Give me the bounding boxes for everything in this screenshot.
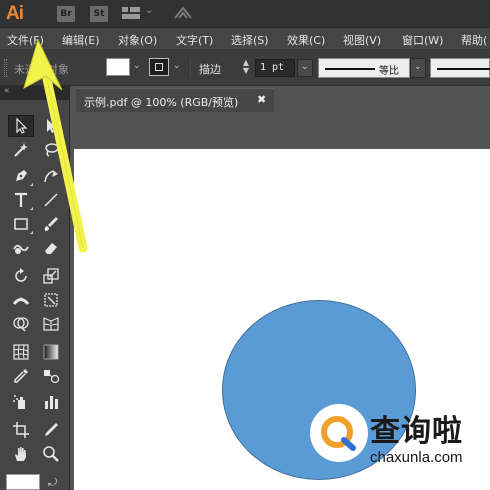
column-graph-tool-icon[interactable] bbox=[38, 391, 64, 413]
eraser-tool-icon[interactable] bbox=[38, 237, 64, 259]
blend-tool-icon[interactable] bbox=[38, 365, 64, 387]
application-bar: Ai Br St ⌄ bbox=[0, 0, 490, 28]
watermark-url: chaxunla.com bbox=[370, 449, 463, 466]
workspace-layout-icon[interactable] bbox=[122, 7, 140, 19]
free-transform-tool-icon[interactable] bbox=[38, 289, 64, 311]
perspective-grid-tool-icon[interactable] bbox=[38, 313, 64, 335]
tools-panel-header: « bbox=[0, 86, 70, 100]
menu-help[interactable]: 帮助( bbox=[461, 32, 487, 48]
stroke-weight-label[interactable]: 描边 bbox=[199, 61, 221, 77]
type-tool-icon[interactable] bbox=[8, 189, 34, 211]
watermark-brand: 查询啦 bbox=[370, 414, 463, 449]
chevron-down-icon: ⌄ bbox=[301, 62, 309, 72]
profile-label: 等比 bbox=[379, 66, 399, 77]
magic-wand-tool-icon[interactable] bbox=[8, 139, 34, 161]
fill-dropdown-chevron-icon[interactable]: ⌄ bbox=[133, 61, 141, 71]
brush-line-preview bbox=[437, 68, 490, 70]
fill-color-swatch[interactable] bbox=[106, 58, 130, 76]
stroke-color-swatch[interactable] bbox=[149, 58, 169, 76]
tools-panel: ⤾ bbox=[0, 100, 70, 490]
control-panel: 未选择对象 ⌄ ⌄ 描边 ▲ ▼ 1 pt ⌄ 等比 ⌄ bbox=[0, 50, 490, 86]
profile-dropdown[interactable]: ⌄ bbox=[410, 58, 426, 78]
shape-builder-tool-icon[interactable] bbox=[8, 313, 34, 335]
profile-line-preview bbox=[325, 68, 375, 70]
rectangle-tool-icon[interactable] bbox=[8, 213, 34, 235]
menu-object[interactable]: 对象(O) bbox=[118, 32, 157, 48]
lasso-tool-icon[interactable] bbox=[38, 139, 64, 161]
no-selection-label: 未选择对象 bbox=[14, 63, 69, 76]
gpu-performance-icon[interactable] bbox=[172, 5, 194, 21]
brush-definition[interactable] bbox=[430, 58, 490, 78]
document-tab-label: 示例.pdf @ 100% (RGB/预览) bbox=[84, 96, 239, 109]
collapse-panel-icon[interactable]: « bbox=[4, 86, 10, 96]
pen-tool-icon[interactable] bbox=[8, 165, 34, 187]
chevron-down-icon[interactable]: ⌄ bbox=[145, 5, 153, 16]
menu-bar: 文件(F) 编辑(E) 对象(O) 文字(T) 选择(S) 效果(C) 视图(V… bbox=[0, 28, 490, 50]
curvature-tool-icon[interactable] bbox=[38, 165, 64, 187]
panel-grip-handle[interactable] bbox=[4, 59, 7, 77]
menu-view[interactable]: 视图(V) bbox=[343, 32, 381, 48]
stroke-weight-dropdown[interactable]: ⌄ bbox=[297, 59, 313, 77]
slice-tool-icon[interactable] bbox=[38, 419, 64, 441]
mesh-tool-icon[interactable] bbox=[8, 341, 34, 363]
search-icon bbox=[321, 416, 356, 451]
close-icon[interactable]: ✖ bbox=[257, 93, 266, 106]
width-tool-icon[interactable] bbox=[8, 289, 34, 311]
document-tab[interactable]: 示例.pdf @ 100% (RGB/预览) ✖ bbox=[76, 88, 274, 112]
watermark: 查询啦 chaxunla.com bbox=[310, 400, 486, 478]
menu-type[interactable]: 文字(T) bbox=[176, 32, 213, 48]
variable-width-profile[interactable]: 等比 bbox=[318, 58, 410, 78]
illustrator-logo: Ai bbox=[6, 3, 24, 24]
scale-tool-icon[interactable] bbox=[38, 265, 64, 287]
stroke-weight-input[interactable]: 1 pt bbox=[255, 59, 295, 77]
eyedropper-tool-icon[interactable] bbox=[8, 365, 34, 387]
menu-effect[interactable]: 效果(C) bbox=[287, 32, 325, 48]
paintbrush-tool-icon[interactable] bbox=[38, 213, 64, 235]
menu-edit[interactable]: 编辑(E) bbox=[62, 32, 100, 48]
stroke-weight-stepper[interactable]: ▲ ▼ bbox=[240, 59, 252, 77]
selection-tool-icon[interactable] bbox=[8, 115, 34, 137]
artboard-tool-icon[interactable] bbox=[8, 419, 34, 441]
menu-select[interactable]: 选择(S) bbox=[231, 32, 269, 48]
watermark-logo-circle bbox=[310, 404, 368, 462]
menu-window[interactable]: 窗口(W) bbox=[402, 32, 443, 48]
swap-fill-stroke-icon[interactable]: ⤾ bbox=[48, 476, 57, 490]
gradient-tool-icon[interactable] bbox=[38, 341, 64, 363]
chevron-down-icon: ⌄ bbox=[414, 62, 422, 72]
fill-stroke-swatch[interactable] bbox=[6, 474, 40, 490]
direct-selection-tool-icon[interactable] bbox=[38, 115, 64, 137]
stroke-dropdown-chevron-icon[interactable]: ⌄ bbox=[173, 61, 181, 71]
divider bbox=[190, 58, 191, 78]
menu-file[interactable]: 文件(F) bbox=[7, 32, 44, 48]
line-segment-tool-icon[interactable] bbox=[38, 189, 64, 211]
stock-button[interactable]: St bbox=[90, 6, 108, 22]
hand-tool-icon[interactable] bbox=[8, 443, 34, 465]
rotate-tool-icon[interactable] bbox=[8, 265, 34, 287]
zoom-tool-icon[interactable] bbox=[38, 443, 64, 465]
symbol-sprayer-tool-icon[interactable] bbox=[8, 391, 34, 413]
shaper-tool-icon[interactable] bbox=[8, 237, 34, 259]
bridge-button[interactable]: Br bbox=[57, 6, 75, 22]
